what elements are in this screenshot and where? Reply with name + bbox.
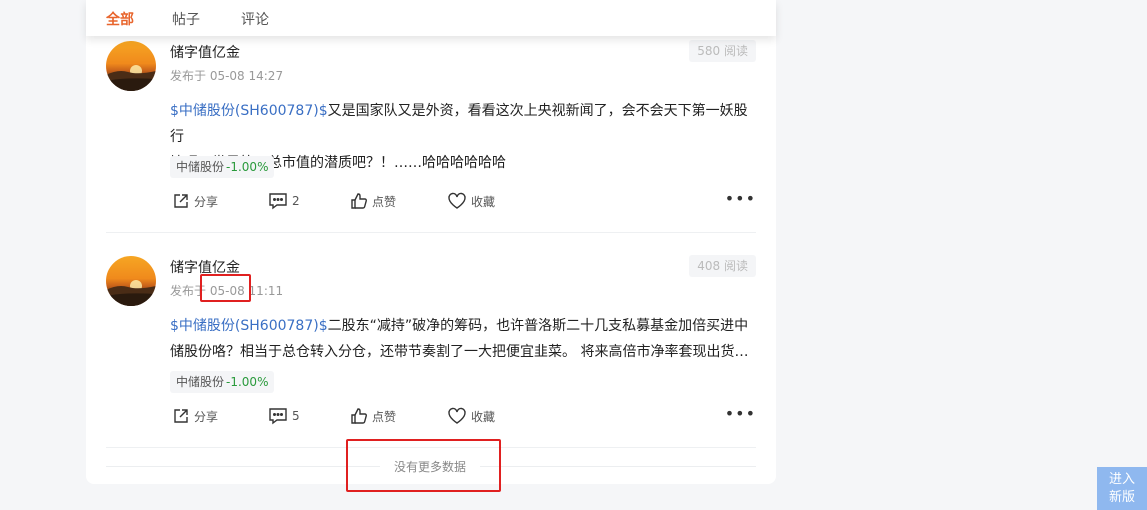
favorite-button[interactable]: 收藏 (447, 189, 495, 213)
author-name[interactable]: 储字值亿金 (170, 43, 240, 63)
content-text: 二股东“减持”破净的筹码，也许普洛斯二十几支私募基金加倍买进中 (327, 318, 749, 334)
share-button[interactable]: 分享 (172, 189, 218, 213)
comment-button[interactable]: 5 (268, 404, 300, 428)
time-prefix: 发布于 (170, 284, 207, 298)
favorite-label: 收藏 (471, 409, 496, 424)
like-button[interactable]: 点赞 (350, 404, 396, 428)
tab-all[interactable]: 全部 (106, 10, 134, 30)
action-bar: 分享 2 点赞 收藏 ••• (170, 189, 756, 213)
like-label: 点赞 (372, 409, 397, 424)
no-more-text: 没有更多数据 (380, 458, 480, 476)
avatar[interactable] (106, 41, 156, 91)
like-button[interactable]: 点赞 (350, 189, 396, 213)
author-name[interactable]: 储字值亿金 (170, 258, 240, 278)
tab-posts[interactable]: 帖子 (172, 10, 200, 30)
stock-tag[interactable]: 中储股份 -1.00% (170, 371, 275, 393)
heart-icon (448, 407, 466, 424)
share-icon (174, 409, 188, 423)
content-text: 储股份咯？相当于总仓转入分仓，还带节奏割了一大把便宜韭菜。 将来高倍市净率套现出… (170, 344, 749, 360)
favorite-label: 收藏 (471, 194, 496, 209)
stock-link[interactable]: $中储股份(SH600787)$ (170, 318, 328, 334)
more-icon[interactable]: ••• (725, 404, 756, 424)
page: 全部 帖子 评论 储字值亿金 发布于 05-08 14:27 580 阅读 $中… (0, 0, 1147, 510)
new-version-line1: 进入 (1108, 472, 1135, 487)
share-button[interactable]: 分享 (172, 404, 218, 428)
post-item: 储字值亿金 发布于 05-08 11:11 408 阅读 $中储股份(SH600… (106, 255, 756, 438)
comment-count: 5 (292, 409, 300, 423)
action-bar: 分享 5 点赞 收藏 ••• (170, 404, 756, 428)
stock-tag[interactable]: 中储股份 -1.00% (170, 156, 275, 178)
time-clock: 11:11 (248, 284, 284, 298)
comment-icon (269, 193, 287, 210)
post-item: 储字值亿金 发布于 05-08 14:27 580 阅读 $中储股份(SH600… (106, 40, 756, 223)
read-count-badge: 580 阅读 (689, 40, 756, 62)
stock-tag-name: 中储股份 (176, 160, 225, 174)
comment-button[interactable]: 2 (268, 189, 300, 213)
stock-tag-change: -1.00% (226, 160, 269, 174)
new-version-line2: 新版 (1108, 490, 1135, 505)
thumbs-up-icon (351, 408, 367, 424)
favorite-button[interactable]: 收藏 (447, 404, 495, 428)
comment-icon (269, 408, 287, 425)
stock-link[interactable]: $中储股份(SH600787)$ (170, 103, 328, 119)
share-label: 分享 (194, 194, 219, 209)
enter-new-version-button[interactable]: 进入 新版 (1097, 467, 1147, 510)
post-content[interactable]: $中储股份(SH600787)$二股东“减持”破净的筹码，也许普洛斯二十几支私募… (170, 313, 756, 365)
post-time: 发布于 05-08 11:11 (170, 283, 283, 299)
heart-icon (448, 192, 466, 209)
thumbs-up-icon (351, 193, 367, 209)
time-date: 05-08 (209, 284, 245, 298)
stock-tag-change: -1.00% (226, 375, 269, 389)
divider (106, 447, 756, 448)
read-count-badge: 408 阅读 (689, 255, 756, 277)
stock-tag-name: 中储股份 (176, 375, 225, 389)
avatar[interactable] (106, 256, 156, 306)
tab-comments[interactable]: 评论 (241, 10, 269, 30)
comment-count: 2 (292, 194, 300, 208)
share-label: 分享 (194, 409, 219, 424)
more-icon[interactable]: ••• (725, 189, 756, 209)
like-label: 点赞 (372, 194, 397, 209)
share-icon (174, 194, 188, 208)
divider (106, 232, 756, 233)
tab-bar: 全部 帖子 评论 (86, 0, 776, 36)
post-time: 发布于 05-08 14:27 (170, 69, 284, 83)
